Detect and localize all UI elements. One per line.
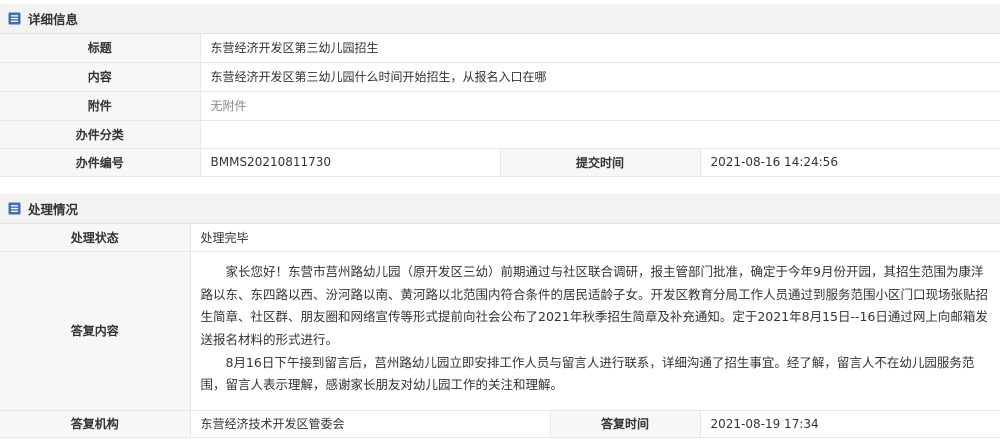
org-label: 答复机构 xyxy=(0,410,191,438)
table-row: 答复内容 家长您好！东营市莒州路幼儿园（原开发区三幼）前期通过与社区联合调研，报… xyxy=(0,251,1000,411)
title-value: 东营经济开发区第三幼儿园招生 xyxy=(200,34,1000,63)
table-row: 处理状态 处理完毕 xyxy=(0,224,1000,252)
detail-header-title: 详细信息 xyxy=(28,12,79,27)
attachment-value: 无附件 xyxy=(200,91,1000,121)
attachment-label: 附件 xyxy=(0,91,201,121)
reply-paragraph-2: 8月16日下午接到留言后，莒州路幼儿园立即安排工作人员与留言人进行联系，详细沟通… xyxy=(200,354,975,393)
list-doc-icon xyxy=(8,202,21,215)
status-value: 处理完毕 xyxy=(190,224,1000,252)
list-doc-icon xyxy=(8,12,21,25)
table-row: 办件编号 BMMS20210811730 提交时间 2021-08-16 14:… xyxy=(0,148,1000,177)
processing-section: 处理情况 处理状态 处理完毕 答复内容 家长您好！东营市莒州路幼儿园（原开发区三… xyxy=(0,194,1000,438)
content-value: 东营经济开发区第三幼儿园什么时间开始招生，从报名入口在哪 xyxy=(200,62,1000,92)
processing-table: 处理状态 处理完毕 答复内容 家长您好！东营市莒州路幼儿园（原开发区三幼）前期通… xyxy=(0,224,1000,438)
reply-time-label: 答复时间 xyxy=(550,410,701,438)
table-row: 附件 无附件 xyxy=(0,91,1000,121)
reply-content: 家长您好！东营市莒州路幼儿园（原开发区三幼）前期通过与社区联合调研，报主管部门批… xyxy=(190,251,1000,411)
detail-table: 标题 东营经济开发区第三幼儿园招生 内容 东营经济开发区第三幼儿园什么时间开始招… xyxy=(0,34,1000,177)
number-label: 办件编号 xyxy=(0,148,201,177)
table-row: 标题 东营经济开发区第三幼儿园招生 xyxy=(0,34,1000,63)
status-label: 处理状态 xyxy=(0,224,191,252)
category-label: 办件分类 xyxy=(0,120,201,149)
submit-time-value: 2021-08-16 14:24:56 xyxy=(700,148,1000,177)
detail-header: 详细信息 xyxy=(0,4,1000,34)
reply-paragraph-1: 家长您好！东营市莒州路幼儿园（原开发区三幼）前期通过与社区联合调研，报主管部门批… xyxy=(200,264,989,347)
detail-section: 详细信息 标题 东营经济开发区第三幼儿园招生 内容 东营经济开发区第三幼儿园什么… xyxy=(0,4,1000,177)
table-row: 内容 东营经济开发区第三幼儿园什么时间开始招生，从报名入口在哪 xyxy=(0,62,1000,92)
content-label: 内容 xyxy=(0,62,201,92)
category-value xyxy=(200,120,1000,149)
processing-header: 处理情况 xyxy=(0,194,1000,224)
table-row: 办件分类 xyxy=(0,120,1000,149)
reply-label: 答复内容 xyxy=(0,251,191,411)
reply-time-value: 2021-08-19 17:34 xyxy=(700,410,1000,438)
processing-header-title: 处理情况 xyxy=(28,202,79,217)
title-label: 标题 xyxy=(0,34,201,63)
org-value: 东营经济技术开发区管委会 xyxy=(190,410,551,438)
table-row: 答复机构 东营经济技术开发区管委会 答复时间 2021-08-19 17:34 xyxy=(0,410,1000,438)
number-value: BMMS20210811730 xyxy=(200,148,501,177)
submit-time-label: 提交时间 xyxy=(500,148,701,177)
